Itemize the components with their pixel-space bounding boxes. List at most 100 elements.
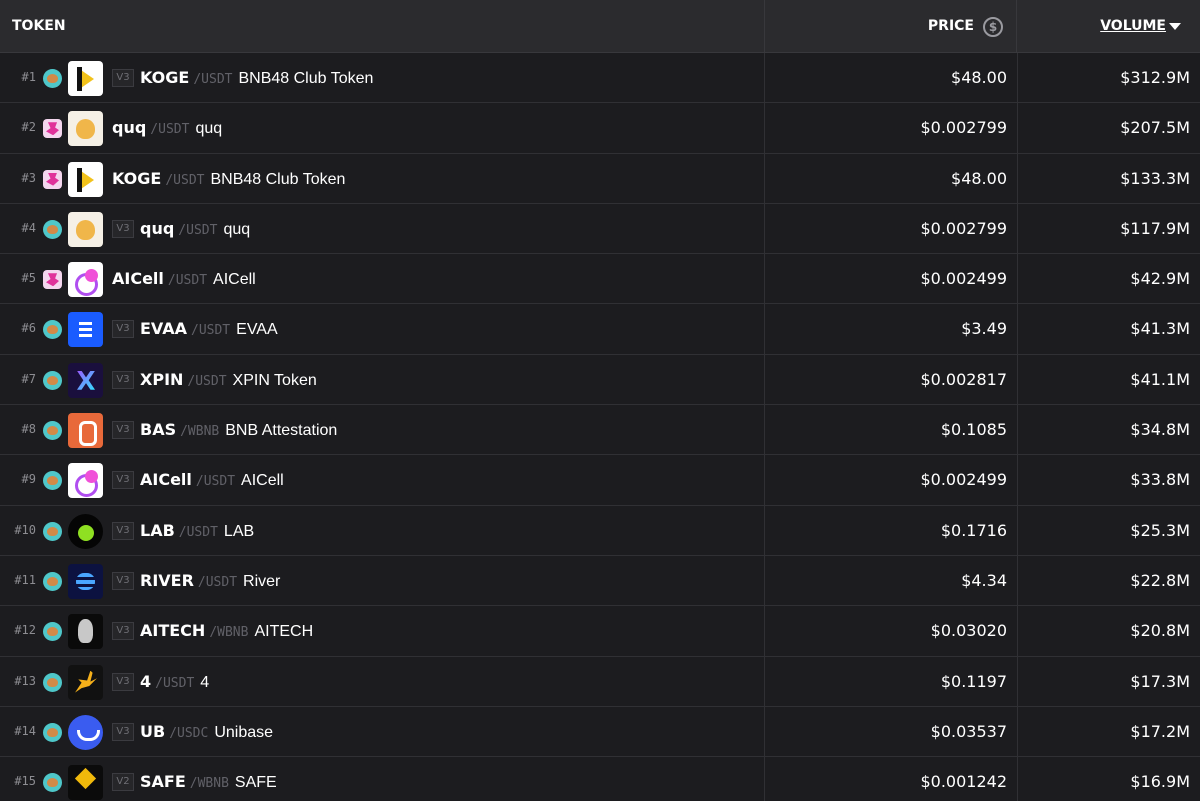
version-badge: V3 xyxy=(112,219,134,238)
token-pair-cell[interactable]: quq/USDT quq xyxy=(140,219,250,239)
table-row[interactable]: #12 V3 AITECH/WBNB AITECH $0.03020 $20.8M xyxy=(0,606,1200,657)
koge-token-logo-icon[interactable] xyxy=(68,61,103,96)
token-name: AICell xyxy=(241,472,284,490)
column-divider xyxy=(1017,103,1018,153)
token-pair-cell[interactable]: LAB/USDT LAB xyxy=(140,521,254,541)
token-symbol[interactable]: BAS xyxy=(140,420,176,439)
token-name: EVAA xyxy=(236,321,278,339)
token-symbol[interactable]: RIVER xyxy=(140,571,194,590)
table-row[interactable]: #9 V3 AICell/USDT AICell $0.002499 $33.8M xyxy=(0,455,1200,506)
quote-token: /USDT xyxy=(197,574,238,590)
volume-value: $33.8M xyxy=(1130,470,1190,490)
price-value: $0.1716 xyxy=(940,520,1007,540)
dollar-circle-icon[interactable]: $ xyxy=(983,17,1003,37)
table-row[interactable]: #11 V3 RIVER/USDT River $4.34 $22.8M xyxy=(0,555,1200,607)
token-column-header[interactable]: TOKEN xyxy=(12,18,66,34)
table-row[interactable]: #3 KOGE/USDT BNB48 Club Token $48.00 $133… xyxy=(0,153,1200,204)
price-value: $0.03537 xyxy=(930,721,1007,741)
token-pair-cell[interactable]: AICell/USDT AICell xyxy=(112,269,256,289)
table-row[interactable]: #14 V3 UB/USDC Unibase $0.03537 $17.2M xyxy=(0,706,1200,758)
token-symbol[interactable]: XPIN xyxy=(140,370,183,389)
aitech-token-logo-icon[interactable] xyxy=(68,614,103,650)
table-row[interactable]: #15 V2 SAFE/WBNB SAFE $0.001242 $16.9M xyxy=(0,757,1200,801)
quq-token-logo-icon[interactable] xyxy=(68,111,103,147)
token-name: River xyxy=(243,572,281,590)
table-row[interactable]: #1 V3 KOGE/USDT BNB48 Club Token $48.00 $… xyxy=(0,53,1200,104)
token-pair-cell[interactable]: AITECH/WBNB AITECH xyxy=(140,621,313,641)
bas-token-logo-icon[interactable] xyxy=(68,413,103,449)
token-pair-cell[interactable]: EVAA/USDT EVAA xyxy=(140,319,278,339)
token-symbol[interactable]: SAFE xyxy=(140,772,186,791)
table-row[interactable]: #8 V3 BAS/WBNB BNB Attestation $0.1085 $3… xyxy=(0,405,1200,456)
column-divider xyxy=(764,203,765,254)
token-symbol[interactable]: LAB xyxy=(140,521,175,540)
pancakeswap-icon xyxy=(43,571,62,591)
table-row[interactable]: #10 V3 LAB/USDT LAB $0.1716 $25.3M xyxy=(0,505,1200,556)
table-row[interactable]: #13 V3 4/USDT 4 $0.1197 $17.3M xyxy=(0,656,1200,707)
volume-value: $17.3M xyxy=(1130,671,1190,691)
rank-label: #3 xyxy=(21,170,36,185)
rank-label: #8 xyxy=(21,422,36,437)
table-row[interactable]: #7 V3 XPIN/USDT XPIN Token $0.002817 $41.… xyxy=(0,354,1200,406)
token-symbol[interactable]: KOGE xyxy=(140,68,189,87)
token-symbol[interactable]: EVAA xyxy=(140,319,187,338)
quq-token-logo-icon[interactable] xyxy=(68,211,103,247)
four-token-logo-icon[interactable] xyxy=(68,664,103,700)
aicell-token-logo-icon[interactable] xyxy=(68,463,103,499)
volume-value: $207.5M xyxy=(1120,118,1190,138)
rank-label: #2 xyxy=(21,120,36,135)
token-symbol[interactable]: KOGE xyxy=(112,169,161,188)
token-pair-cell[interactable]: 4/USDT 4 xyxy=(140,672,209,692)
token-pair-cell[interactable]: RIVER/USDT River xyxy=(140,571,280,591)
token-pair-cell[interactable]: UB/USDC Unibase xyxy=(140,722,273,742)
ub-token-logo-icon[interactable] xyxy=(68,714,103,750)
koge-token-logo-icon[interactable] xyxy=(68,161,103,197)
table-row[interactable]: #2 quq/USDT quq $0.002799 $207.5M xyxy=(0,103,1200,154)
token-pair-cell[interactable]: SAFE/WBNB SAFE xyxy=(140,772,277,792)
pancakeswap-icon xyxy=(43,219,62,239)
aicell-token-logo-icon[interactable] xyxy=(68,262,103,298)
version-badge: V3 xyxy=(112,471,134,490)
token-symbol[interactable]: AITECH xyxy=(140,621,205,640)
token-symbol[interactable]: quq xyxy=(112,118,146,137)
xpin-token-logo-icon[interactable] xyxy=(68,362,103,398)
price-value: $3.49 xyxy=(961,319,1007,339)
price-column-header[interactable]: PRICE $ xyxy=(764,0,1017,53)
token-name: LAB xyxy=(223,522,255,540)
evaa-token-logo-icon[interactable] xyxy=(68,312,103,348)
token-pair-cell[interactable]: KOGE/USDT BNB48 Club Token xyxy=(112,169,345,189)
token-symbol[interactable]: UB xyxy=(140,722,165,741)
price-header-label[interactable]: PRICE xyxy=(928,18,974,34)
column-divider xyxy=(1017,606,1018,656)
table-row[interactable]: #5 AICell/USDT AICell $0.002499 $42.9M xyxy=(0,254,1200,305)
lab-token-logo-icon[interactable] xyxy=(68,513,103,549)
column-divider xyxy=(1017,555,1018,606)
table-row[interactable]: #4 V3 quq/USDT quq $0.002799 $117.9M xyxy=(0,203,1200,255)
token-pair-cell[interactable]: XPIN/USDT XPIN Token xyxy=(140,370,317,390)
token-symbol[interactable]: AICell xyxy=(112,269,164,288)
volume-column-header[interactable]: VOLUME xyxy=(1017,0,1200,53)
column-divider xyxy=(764,757,765,801)
volume-header-label[interactable]: VOLUME xyxy=(1100,18,1166,34)
price-value: $0.001242 xyxy=(920,772,1007,792)
safe-token-logo-icon[interactable] xyxy=(68,765,103,801)
token-name: Unibase xyxy=(214,723,274,741)
river-token-logo-icon[interactable] xyxy=(68,563,103,599)
rank-label: #10 xyxy=(14,522,36,537)
token-pair-cell[interactable]: BAS/WBNB BNB Attestation xyxy=(140,420,337,440)
price-value: $0.1085 xyxy=(940,420,1007,440)
column-divider xyxy=(764,606,765,656)
table-row[interactable]: #6 V3 EVAA/USDT EVAA $3.49 $41.3M xyxy=(0,304,1200,355)
pancakeswap-icon xyxy=(43,722,62,742)
token-name: BNB Attestation xyxy=(225,422,338,440)
token-pair-cell[interactable]: quq/USDT quq xyxy=(112,118,222,138)
token-pair-cell[interactable]: KOGE/USDT BNB48 Club Token xyxy=(140,68,373,88)
table-body: #1 V3 KOGE/USDT BNB48 Club Token $48.00 $… xyxy=(0,53,1200,801)
token-symbol[interactable]: quq xyxy=(140,219,174,238)
caret-down-icon[interactable] xyxy=(1169,23,1181,30)
token-symbol[interactable]: AICell xyxy=(140,470,192,489)
price-value: $0.1197 xyxy=(940,671,1007,691)
token-symbol[interactable]: 4 xyxy=(140,672,151,691)
pancakeswap-icon xyxy=(43,370,62,390)
token-pair-cell[interactable]: AICell/USDT AICell xyxy=(140,470,284,490)
